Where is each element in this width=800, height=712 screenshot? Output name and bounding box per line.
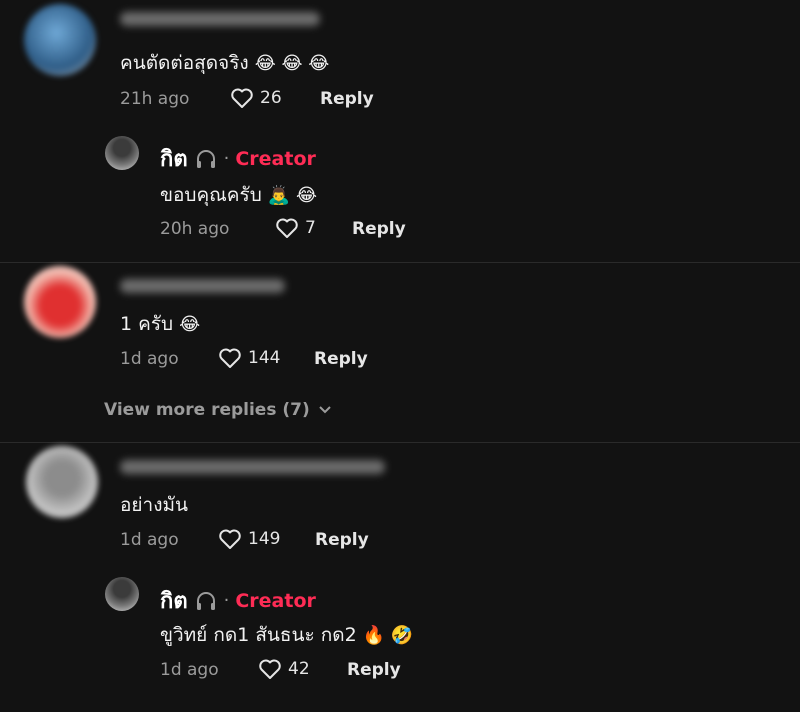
- avatar[interactable]: [26, 446, 98, 518]
- like-button[interactable]: 26: [230, 87, 282, 109]
- view-more-replies-button[interactable]: View more replies (7): [104, 400, 332, 420]
- like-count: 7: [305, 218, 316, 238]
- headphones-icon: [196, 149, 215, 168]
- creator-name[interactable]: กิต: [160, 583, 188, 618]
- timestamp: 20h ago: [160, 219, 230, 239]
- like-button[interactable]: 149: [218, 528, 280, 550]
- emoji: 😂: [179, 314, 201, 335]
- comment-text: 1 ครับ 😂: [120, 313, 201, 335]
- creator-badge: Creator: [235, 147, 316, 170]
- username-blurred[interactable]: [120, 12, 320, 26]
- heart-outline-icon: [231, 88, 253, 108]
- separator-dot: ·: [223, 148, 230, 169]
- reply-button[interactable]: Reply: [347, 660, 401, 680]
- timestamp: 1d ago: [120, 349, 179, 369]
- heart-outline-icon: [219, 529, 241, 549]
- heart-outline-icon: [276, 218, 298, 238]
- creator-name[interactable]: กิต: [160, 141, 188, 176]
- comment-text: อย่างมัน: [120, 494, 189, 516]
- heart-outline-icon: [259, 659, 281, 679]
- reply-button[interactable]: Reply: [315, 530, 369, 550]
- divider: [0, 262, 800, 263]
- creator-header: กิต · Creator: [160, 141, 316, 176]
- timestamp: 1d ago: [120, 530, 179, 550]
- separator-dot: ·: [223, 590, 230, 611]
- like-count: 144: [248, 348, 281, 368]
- reply-button[interactable]: Reply: [320, 89, 374, 109]
- divider: [0, 442, 800, 443]
- view-more-label: View more replies (7): [104, 400, 310, 420]
- chevron-down-icon: [319, 406, 331, 414]
- like-count: 149: [248, 529, 281, 549]
- headphones-icon: [196, 591, 215, 610]
- like-button[interactable]: 42: [258, 658, 310, 680]
- emoji: 🔥 🤣: [362, 625, 414, 646]
- timestamp: 1d ago: [160, 660, 219, 680]
- creator-badge: Creator: [235, 589, 316, 612]
- avatar[interactable]: [24, 266, 96, 338]
- creator-header: กิต · Creator: [160, 583, 316, 618]
- emoji: 🙇‍♂️ 😂: [267, 185, 317, 206]
- creator-avatar[interactable]: [105, 136, 139, 170]
- avatar[interactable]: [24, 4, 96, 76]
- creator-avatar[interactable]: [105, 577, 139, 611]
- like-button[interactable]: 7: [275, 217, 316, 239]
- reply-text: ขูวิทย์ กด1 สันธนะ กด2 🔥 🤣: [160, 624, 414, 646]
- heart-outline-icon: [219, 348, 241, 368]
- like-button[interactable]: 144: [218, 347, 280, 369]
- emoji: 😂 😂 😂: [254, 53, 330, 74]
- like-count: 26: [260, 88, 282, 108]
- timestamp: 21h ago: [120, 89, 190, 109]
- reply-text: ขอบคุณครับ 🙇‍♂️ 😂: [160, 184, 317, 206]
- username-blurred[interactable]: [120, 279, 285, 293]
- comment-text: คนตัดต่อสุดจริง 😂 😂 😂: [120, 52, 330, 74]
- username-blurred[interactable]: [120, 460, 385, 474]
- like-count: 42: [288, 659, 310, 679]
- reply-button[interactable]: Reply: [352, 219, 406, 239]
- reply-button[interactable]: Reply: [314, 349, 368, 369]
